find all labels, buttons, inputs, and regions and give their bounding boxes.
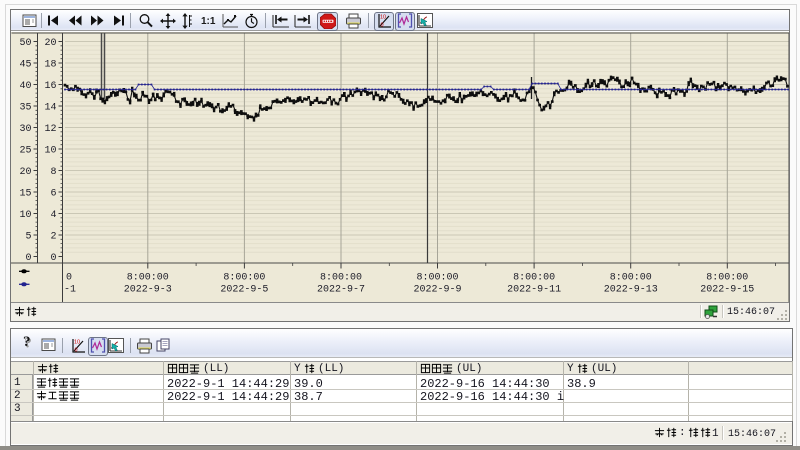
svg-text:14: 14 [44,103,56,114]
svg-text:0: 0 [50,253,56,264]
svg-text:2: 2 [50,232,56,243]
svg-text:8:00:00: 8:00:00 [416,273,458,284]
svg-text:15: 15 [19,189,31,200]
svg-text:10: 10 [74,340,80,346]
svg-text:0: 0 [25,253,31,264]
svg-text:4: 4 [50,210,56,221]
svg-text:8: 8 [50,167,56,178]
svg-text:-1: -1 [64,285,76,296]
svg-text:10: 10 [44,146,56,157]
svg-text:8:00:00: 8:00:00 [610,273,652,284]
svg-text:2022-9-5: 2022-9-5 [220,285,268,296]
svg-text:8:00:00: 8:00:00 [706,273,748,284]
svg-text:12: 12 [44,124,56,135]
svg-text:20: 20 [44,38,56,49]
svg-text:0: 0 [381,23,384,29]
svg-text:20: 20 [19,167,31,178]
svg-text:2022-9-11: 2022-9-11 [507,285,561,296]
svg-text:35: 35 [19,103,31,114]
svg-text:2022-9-9: 2022-9-9 [413,285,461,296]
svg-text:16: 16 [44,81,56,92]
svg-text:25: 25 [19,146,31,157]
svg-text:2022-9-15: 2022-9-15 [700,285,754,296]
svg-text:45: 45 [19,60,31,71]
svg-text:8:00:00: 8:00:00 [223,273,265,284]
svg-text:30: 30 [19,124,31,135]
svg-text:10: 10 [380,15,386,21]
svg-text:8:00:00: 8:00:00 [320,273,362,284]
svg-text:0: 0 [75,348,78,354]
svg-text:5: 5 [25,232,31,243]
svg-text:2022-9-7: 2022-9-7 [317,285,365,296]
svg-text:2022-9-3: 2022-9-3 [124,285,172,296]
svg-text:8:00:00: 8:00:00 [127,273,169,284]
svg-text:2022-9-13: 2022-9-13 [604,285,658,296]
svg-text:10: 10 [19,210,31,221]
svg-text:40: 40 [19,81,31,92]
svg-text:18: 18 [44,60,56,71]
svg-text:0: 0 [66,273,72,284]
svg-text:50: 50 [19,38,31,49]
svg-text:8:00:00: 8:00:00 [513,273,555,284]
svg-text:6: 6 [50,189,56,200]
